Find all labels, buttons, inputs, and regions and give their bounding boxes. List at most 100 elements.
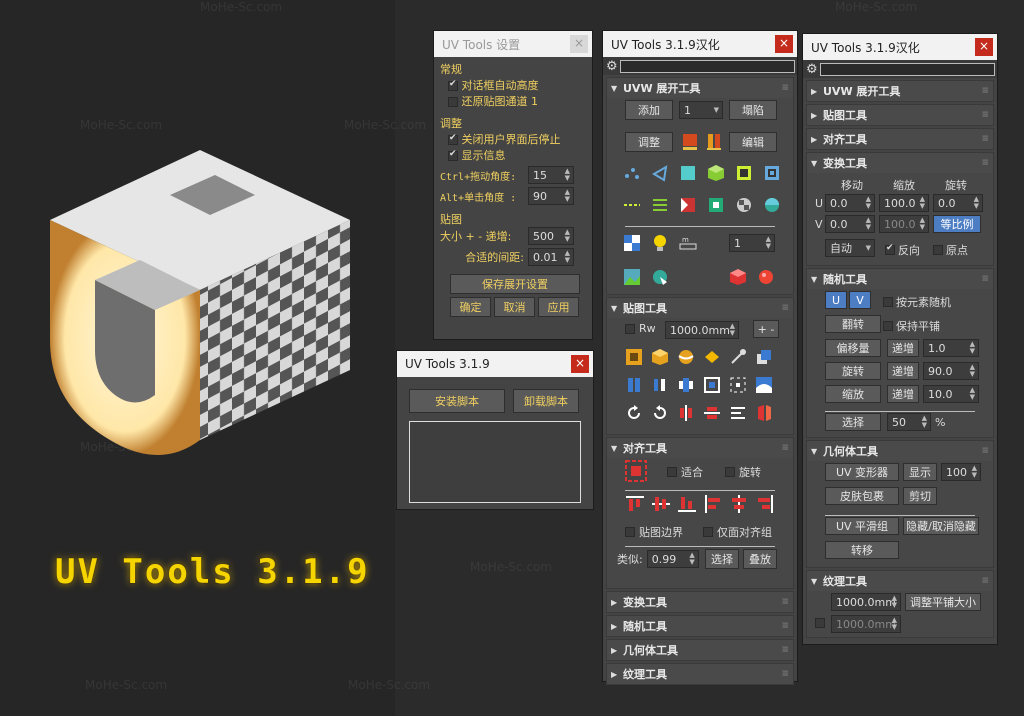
spinner-arrows-icon[interactable]: ▲ ▼ bbox=[866, 196, 871, 210]
texture-header[interactable]: ▼ 贴图工具 ≡ bbox=[607, 298, 793, 318]
hide-unhide-button[interactable]: 隐藏/取消隐藏 bbox=[903, 517, 979, 535]
checkbox[interactable] bbox=[448, 97, 458, 107]
ok-button[interactable]: 确定 bbox=[450, 297, 491, 317]
sphere-icon[interactable] bbox=[763, 196, 781, 214]
box-map-icon[interactable] bbox=[651, 348, 669, 366]
gear-icon[interactable]: ⚙ bbox=[606, 59, 620, 74]
offset-input[interactable]: 1.0 ▲ ▼ bbox=[923, 339, 979, 357]
adjust-tiling-button[interactable]: 调整平铺大小 bbox=[905, 593, 981, 611]
flip-h-icon[interactable] bbox=[677, 404, 695, 422]
checkbox[interactable] bbox=[885, 243, 895, 255]
random-header[interactable]: ▶ 随机工具 ≡ bbox=[607, 616, 793, 636]
checkbox[interactable] bbox=[448, 149, 458, 161]
u-scale-input[interactable]: 100.0 ▲ ▼ bbox=[879, 194, 929, 212]
channel-dropdown[interactable]: 1 ▼ bbox=[679, 101, 723, 119]
close-icon[interactable]: × bbox=[570, 35, 588, 53]
checkbox[interactable] bbox=[725, 467, 735, 477]
proportional-button[interactable]: 等比例 bbox=[933, 215, 981, 233]
align-right-icon[interactable] bbox=[755, 494, 775, 514]
increment-button[interactable]: 递增 bbox=[887, 385, 919, 403]
close-icon[interactable]: × bbox=[975, 38, 993, 56]
red-box-icon[interactable] bbox=[729, 268, 747, 286]
show-info-row[interactable]: 显示信息 bbox=[448, 147, 586, 163]
light-bulb-icon[interactable] bbox=[651, 234, 669, 252]
flip-button[interactable]: 翻转 bbox=[825, 315, 881, 333]
spinner-arrows-icon[interactable]: ▲ ▼ bbox=[920, 196, 925, 210]
fit-margin-spinner[interactable]: 0.01 ▲ ▼ bbox=[528, 248, 574, 266]
collapsed-section[interactable]: ▶ 随机工具 ≡ bbox=[606, 615, 794, 637]
spinner-arrows-icon[interactable]: ▲ ▼ bbox=[866, 217, 871, 231]
spinner-arrows-icon[interactable]: ▲ ▼ bbox=[892, 617, 897, 631]
show-button[interactable]: 显示 bbox=[903, 463, 937, 481]
transform-header[interactable]: ▼ 变换工具 ≡ bbox=[807, 153, 993, 173]
align-left-icon[interactable] bbox=[703, 494, 723, 514]
align-top-icon[interactable] bbox=[625, 494, 645, 514]
scale-input[interactable]: 10.0 ▲ ▼ bbox=[923, 385, 979, 403]
edit-button[interactable]: 编辑 bbox=[729, 132, 777, 152]
collapse-button[interactable]: 塌陷 bbox=[729, 100, 777, 120]
checkbox[interactable] bbox=[703, 527, 713, 537]
offset-button[interactable]: 偏移量 bbox=[825, 339, 881, 357]
align-center-h-icon[interactable] bbox=[729, 494, 749, 514]
auto-dropdown[interactable]: 自动 ▼ bbox=[825, 239, 875, 257]
planar-map-icon[interactable] bbox=[625, 348, 643, 366]
geometry-header[interactable]: ▶ 几何体工具 ≡ bbox=[607, 640, 793, 660]
dash-line-icon[interactable] bbox=[623, 196, 641, 214]
checker-icon[interactable] bbox=[735, 196, 753, 214]
spinner-arrows-icon[interactable]: ▲ ▼ bbox=[970, 364, 975, 378]
edge-icon[interactable] bbox=[651, 164, 669, 182]
collapsed-section[interactable]: ▶ 纹理工具 ≡ bbox=[606, 663, 794, 685]
checkbox[interactable] bbox=[933, 245, 943, 255]
spinner-arrows-icon[interactable]: ▲ ▼ bbox=[922, 415, 927, 429]
cancel-button[interactable]: 取消 bbox=[494, 297, 535, 317]
spinner-arrows-icon[interactable]: ▲ ▼ bbox=[565, 189, 570, 203]
uv-deform-button[interactable]: UV 变形器 bbox=[825, 463, 899, 481]
ctrl-drag-spinner[interactable]: 15 ▲ ▼ bbox=[528, 166, 574, 184]
u-toggle-button[interactable]: U bbox=[825, 291, 847, 309]
cut-button[interactable]: 剪切 bbox=[903, 487, 937, 505]
transform-header[interactable]: ▶ 变换工具 ≡ bbox=[607, 592, 793, 612]
spherical-map-icon[interactable] bbox=[703, 348, 721, 366]
gear-icon[interactable]: ⚙ bbox=[806, 62, 820, 77]
align-middle-v-icon[interactable] bbox=[651, 494, 671, 514]
texture-size-input[interactable]: 1000.0mm ▲ ▼ bbox=[665, 321, 739, 339]
u-move-input[interactable]: 0.0 ▲ ▼ bbox=[825, 194, 875, 212]
spinner-arrows-icon[interactable]: ▲ ▼ bbox=[920, 217, 925, 231]
auto-height-row[interactable]: 对话框自动高度 bbox=[448, 77, 586, 93]
face-icon[interactable] bbox=[679, 164, 697, 182]
spinner-arrows-icon[interactable]: ▲ ▼ bbox=[970, 387, 975, 401]
scale-button[interactable]: 缩放 bbox=[825, 385, 881, 403]
v-toggle-button[interactable]: V bbox=[849, 291, 871, 309]
rotate-cw-icon[interactable] bbox=[625, 404, 643, 422]
textures-header[interactable]: ▶ 纹理工具 ≡ bbox=[607, 664, 793, 684]
align-h-icon[interactable] bbox=[625, 376, 643, 394]
uvw-header[interactable]: ▼ UVW 展开工具 ≡ bbox=[607, 78, 793, 98]
uv-smooth-button[interactable]: UV 平滑组 bbox=[825, 517, 899, 535]
checkbox[interactable] bbox=[625, 527, 635, 537]
flip-v-icon[interactable] bbox=[703, 404, 721, 422]
collapsed-section[interactable]: ▶ 变换工具 ≡ bbox=[606, 591, 794, 613]
weld-icon[interactable] bbox=[707, 196, 725, 214]
stitch-icon[interactable] bbox=[679, 196, 697, 214]
mirror-icon[interactable] bbox=[755, 404, 773, 422]
collapsed-section[interactable]: ▶ 贴图工具 ≡ bbox=[806, 104, 994, 126]
random-header[interactable]: ▼ 随机工具 ≡ bbox=[807, 269, 993, 289]
landscape-icon[interactable] bbox=[755, 376, 773, 394]
red-sphere-icon[interactable] bbox=[757, 268, 775, 286]
align-header[interactable]: ▼ 对齐工具 ≡ bbox=[607, 438, 793, 458]
center-icon[interactable] bbox=[729, 376, 747, 394]
spinner-arrows-icon[interactable]: ▲ ▼ bbox=[766, 236, 771, 250]
checkbox[interactable] bbox=[883, 297, 893, 307]
render-icon[interactable] bbox=[651, 268, 669, 286]
spinner-arrows-icon[interactable]: ▲ ▼ bbox=[974, 196, 979, 210]
select-boundary-icon[interactable] bbox=[735, 164, 753, 182]
checkbox[interactable] bbox=[883, 321, 893, 331]
checkbox[interactable] bbox=[448, 79, 458, 91]
increment-button[interactable]: 递增 bbox=[887, 362, 919, 380]
spinner-arrows-icon[interactable]: ▲ ▼ bbox=[972, 465, 977, 479]
v-move-input[interactable]: 0.0 ▲ ▼ bbox=[825, 215, 875, 233]
spinner-arrows-icon[interactable]: ▲ ▼ bbox=[892, 595, 897, 609]
align-lines-icon[interactable] bbox=[729, 404, 747, 422]
install-script-button[interactable]: 安装脚本 bbox=[409, 389, 505, 413]
cylinder-map-icon[interactable] bbox=[677, 348, 695, 366]
